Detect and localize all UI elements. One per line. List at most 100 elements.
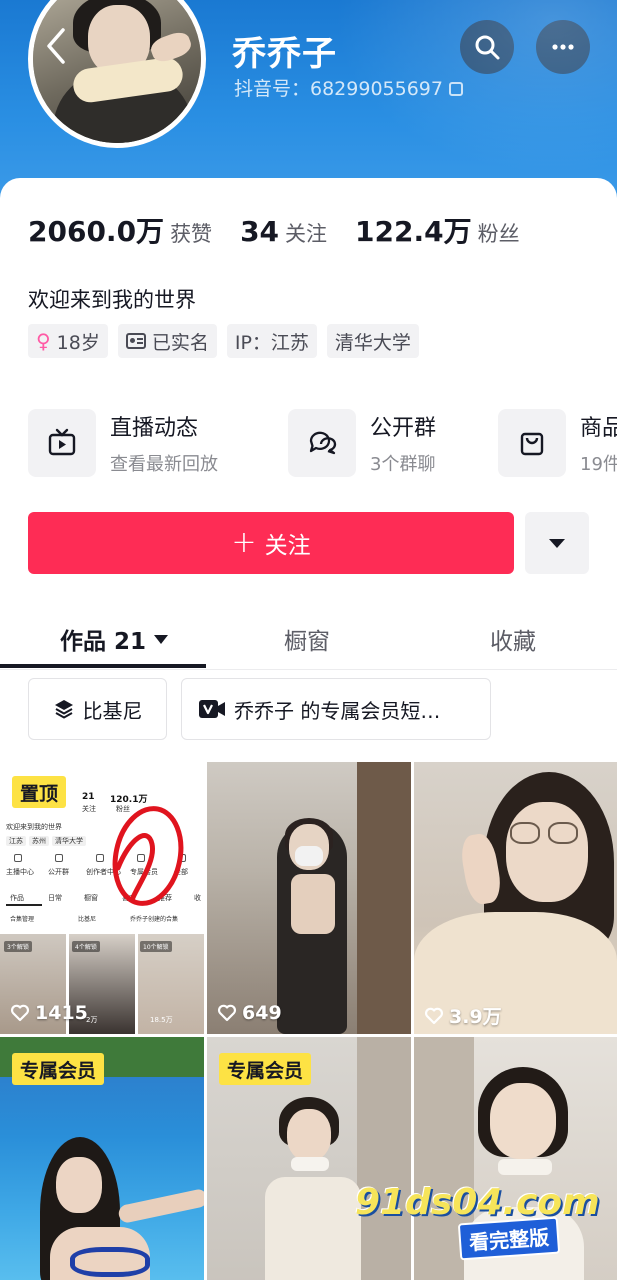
mini-tab: 作品 <box>10 894 24 902</box>
video-likes: 1415 <box>10 1002 88 1024</box>
ip-tag-label: IP：江苏 <box>234 331 309 354</box>
red-circle-annotation <box>112 806 184 906</box>
id-card-icon <box>125 333 146 349</box>
more-dots-icon <box>552 44 574 50</box>
followers-stat[interactable]: 122.4万 粉丝 <box>355 210 520 250</box>
tv-icon <box>48 428 76 456</box>
avatar[interactable] <box>28 0 206 148</box>
mini-icon <box>14 854 22 862</box>
followers-label: 粉丝 <box>477 222 520 246</box>
verified-tag-label: 已实名 <box>151 331 209 354</box>
mini-collection: 比基尼 <box>78 916 97 923</box>
chat-bubbles-icon <box>309 431 337 455</box>
mini-tab: 日常 <box>48 894 62 902</box>
video-likes-count: 3.9万 <box>449 1006 502 1028</box>
collection-bikini[interactable]: 比基尼 <box>28 678 167 740</box>
tab-works-label: 作品 21 <box>60 629 147 655</box>
plus-icon: + <box>231 525 257 560</box>
bio: 欢迎来到我的世界 <box>28 288 196 312</box>
video-likes-count: 1415 <box>35 1002 88 1024</box>
collection-member-shorts[interactable]: 乔乔子 的专属会员短… <box>181 678 491 740</box>
school-tag[interactable]: 清华大学 <box>326 324 419 358</box>
likes-stat[interactable]: 2060.0万 获赞 <box>28 210 212 250</box>
heart-icon <box>10 1004 30 1022</box>
feature-row: 直播动态 查看最新回放 公开群 3个群聊 商品 19件 <box>28 408 617 480</box>
feature-shop-subtitle: 19件 <box>580 454 617 475</box>
watermark: 91ds04.com 看完整版 <box>355 1182 600 1261</box>
age-tag: ♀ 18岁 <box>28 324 108 358</box>
member-badge: 专属会员 <box>12 1053 105 1085</box>
profile-header: 乔乔子 抖音号：68299055697 <box>0 0 617 200</box>
following-label: 关注 <box>285 222 328 246</box>
search-button[interactable] <box>460 20 514 74</box>
back-arrow-icon <box>47 28 65 64</box>
mini-tag: 江苏 <box>6 836 26 846</box>
content-tabs: 作品 21 橱窗 收藏 <box>0 604 617 670</box>
mini-feature: 公开群 <box>48 868 69 876</box>
mini-chip: 3个解锁 <box>4 941 32 952</box>
video-likes: 3.9万 <box>424 1002 502 1029</box>
watermark-url: 91ds04.com <box>355 1182 600 1223</box>
more-button[interactable] <box>536 20 590 74</box>
following-count: 34 <box>240 215 280 248</box>
follow-button[interactable]: + 关注 <box>28 512 514 574</box>
heart-icon <box>424 1007 444 1024</box>
verified-tag[interactable]: 已实名 <box>117 324 217 358</box>
mini-tag: 苏州 <box>29 836 49 846</box>
likes-label: 获赞 <box>170 222 213 246</box>
member-badge: 专属会员 <box>219 1053 312 1085</box>
mini-tab: 橱窗 <box>84 894 98 902</box>
mini-feature: 主播中心 <box>6 868 34 876</box>
tab-showcase[interactable]: 橱窗 <box>284 622 330 656</box>
collection-bikini-label: 比基尼 <box>82 698 143 723</box>
recommend-dropdown-button[interactable] <box>525 512 589 574</box>
profile-stats: 2060.0万 获赞 34 关注 122.4万 粉丝 <box>28 210 548 250</box>
collections-row: 比基尼 乔乔子 的专属会员短… <box>28 678 505 740</box>
watermark-badge: 看完整版 <box>457 1216 561 1261</box>
tab-works[interactable]: 作品 21 <box>60 622 169 656</box>
mini-chip: 4个解锁 <box>72 941 100 952</box>
follow-button-label: 关注 <box>264 533 311 559</box>
age-tag-label: 18岁 <box>56 331 100 354</box>
profile-tags: ♀ 18岁 已实名 IP：江苏 清华大学 <box>28 324 429 358</box>
video-thumbnail[interactable]: 649 <box>207 762 411 1034</box>
mini-collection: 合集管理 <box>10 916 35 923</box>
pinned-badge: 置顶 <box>12 776 67 808</box>
ip-tag: IP：江苏 <box>226 324 317 358</box>
video-camera-icon <box>199 700 225 718</box>
mini-chip: 10个解锁 <box>140 941 172 952</box>
heart-icon <box>217 1004 237 1022</box>
feature-group[interactable]: 公开群 3个群聊 <box>288 408 436 478</box>
following-stat[interactable]: 34 关注 <box>240 215 327 248</box>
caret-down-icon <box>549 538 565 548</box>
back-button[interactable] <box>38 26 74 70</box>
video-thumbnail[interactable]: 21 关注 120.1万 粉丝 欢迎来到我的世界 江苏 苏州 清华大学 主播中心 公… <box>0 762 204 1034</box>
douyin-id-text: 抖音号：68299055697 <box>234 78 443 100</box>
mini-bio: 欢迎来到我的世界 <box>6 823 62 831</box>
copy-icon[interactable] <box>448 82 463 96</box>
shopping-bag-icon <box>520 432 544 456</box>
douyin-id[interactable]: 抖音号：68299055697 <box>234 74 463 101</box>
feature-live-subtitle: 查看最新回放 <box>110 454 218 475</box>
feature-live[interactable]: 直播动态 查看最新回放 <box>28 408 218 478</box>
profile-name: 乔乔子 <box>232 34 337 74</box>
collection-member-shorts-label: 乔乔子 的专属会员短… <box>234 698 441 723</box>
mini-tag: 清华大学 <box>52 836 86 846</box>
mini-stat1: 21 <box>82 792 95 802</box>
feature-group-subtitle: 3个群聊 <box>370 454 436 475</box>
video-likes-count: 649 <box>242 1002 282 1024</box>
school-tag-label: 清华大学 <box>334 331 411 354</box>
mini-thumb-likes: 18.5万 <box>150 1016 173 1024</box>
female-icon: ♀ <box>36 329 51 353</box>
feature-shop-title: 商品 <box>580 416 617 441</box>
feature-shop[interactable]: 商品 19件 <box>498 408 617 478</box>
mini-stat1-label: 关注 <box>82 805 96 813</box>
video-thumbnail[interactable]: 专属会员 <box>0 1037 204 1280</box>
video-thumbnail[interactable]: 3.9万 <box>414 762 617 1034</box>
mini-tab: 收 <box>194 894 201 902</box>
tab-favorites[interactable]: 收藏 <box>490 622 536 656</box>
caret-down-icon <box>154 634 169 644</box>
feature-group-title: 公开群 <box>370 416 437 441</box>
feature-live-title: 直播动态 <box>110 416 199 441</box>
video-likes: 649 <box>217 1002 282 1024</box>
